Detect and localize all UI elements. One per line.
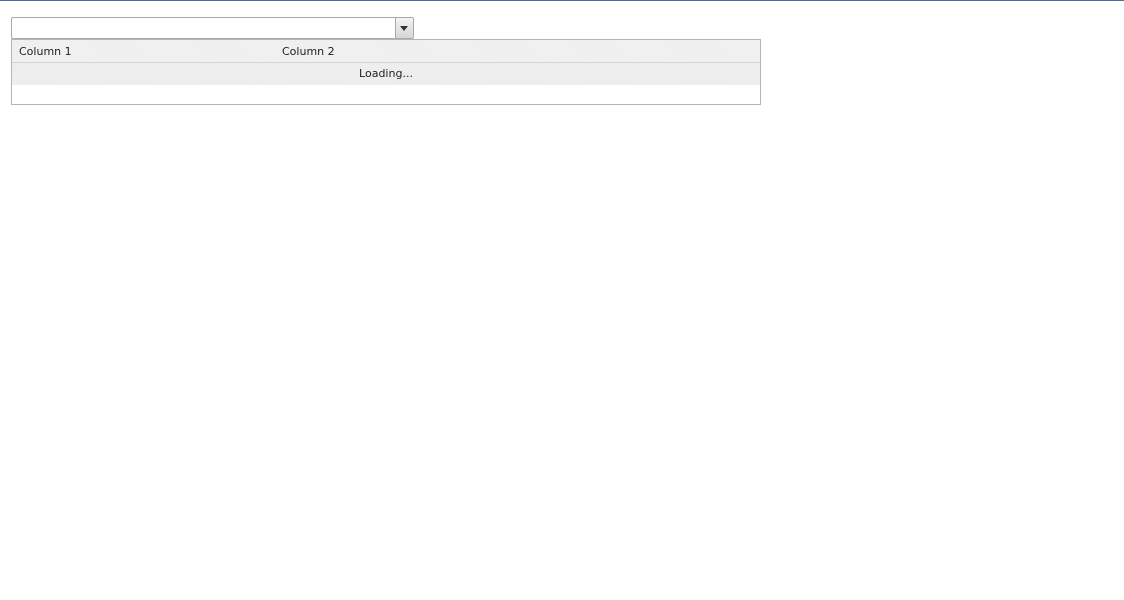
column-header-1[interactable]: Column 1 bbox=[19, 45, 72, 58]
chevron-down-icon bbox=[400, 26, 408, 31]
column-header-2[interactable]: Column 2 bbox=[282, 45, 335, 58]
window-top-border bbox=[0, 0, 1124, 1]
data-grid: Column 1 Column 2 Loading... bbox=[11, 39, 761, 105]
loading-indicator: Loading... bbox=[12, 63, 760, 85]
combobox-dropdown-button[interactable] bbox=[395, 18, 413, 38]
selection-combobox[interactable] bbox=[11, 17, 414, 39]
grid-header-row: Column 1 Column 2 bbox=[12, 40, 760, 63]
